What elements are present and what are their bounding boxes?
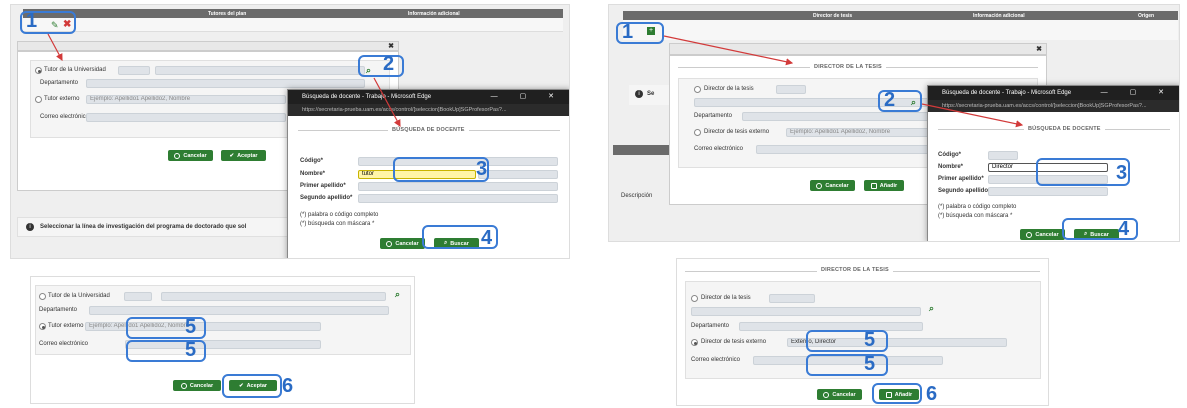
- arrow-1-left: [47, 33, 63, 62]
- annotation-arrows: [47, 33, 1024, 128]
- arrow-2-left: [373, 77, 401, 128]
- arrow-1-right: [663, 35, 794, 66]
- arrow-2-right: [921, 103, 1024, 128]
